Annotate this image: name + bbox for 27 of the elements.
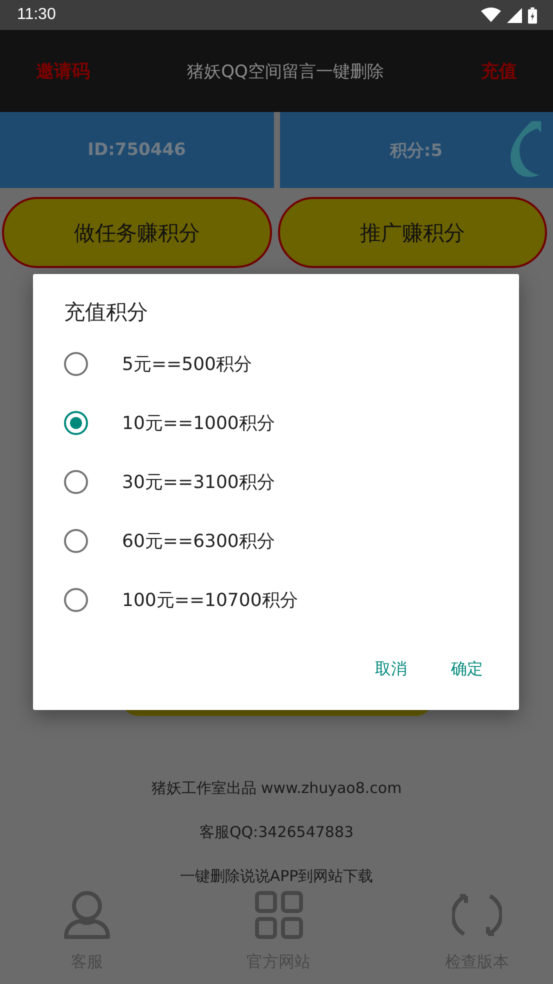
grid-icon [254,890,304,940]
dialog-button[interactable]: 取消 [363,651,419,688]
wifi-icon [481,7,501,23]
option-label[interactable]: 30元==3100积分 [122,470,275,494]
dialog-button[interactable]: 确定 [439,651,495,688]
option-label[interactable]: 100元==10700积分 [122,588,298,612]
radio-button[interactable] [64,528,88,552]
person-icon [62,890,112,940]
radio-button[interactable] [64,410,88,434]
radio-button[interactable] [64,470,88,494]
radio-button[interactable] [64,352,88,376]
app-title: 猪妖QQ空间留言一键删除 [187,60,384,82]
dialog-title: 充值积分 [63,299,149,326]
task-button[interactable]: 做任务赚积分 [2,197,272,268]
points-text: 积分:5 [390,140,443,162]
footer-text: 猪妖工作室出品 www.zhuyao8.com [151,778,402,798]
signal-icon [507,8,522,22]
option-label[interactable]: 60元==6300积分 [122,528,275,552]
option-label[interactable]: 10元==1000积分 [122,410,275,434]
option-label[interactable]: 5元==500积分 [122,352,252,376]
footer-text: 一键删除说说APP到网站下载 [180,866,374,886]
clock-time: 11:30 [17,6,56,24]
footer-text: 客服QQ:3426547883 [199,822,354,842]
battery-icon [528,6,537,24]
user-id-panel: ID:750446 [0,112,274,188]
radio-button[interactable] [64,588,88,612]
task-button[interactable]: 推广赚积分 [278,197,547,268]
